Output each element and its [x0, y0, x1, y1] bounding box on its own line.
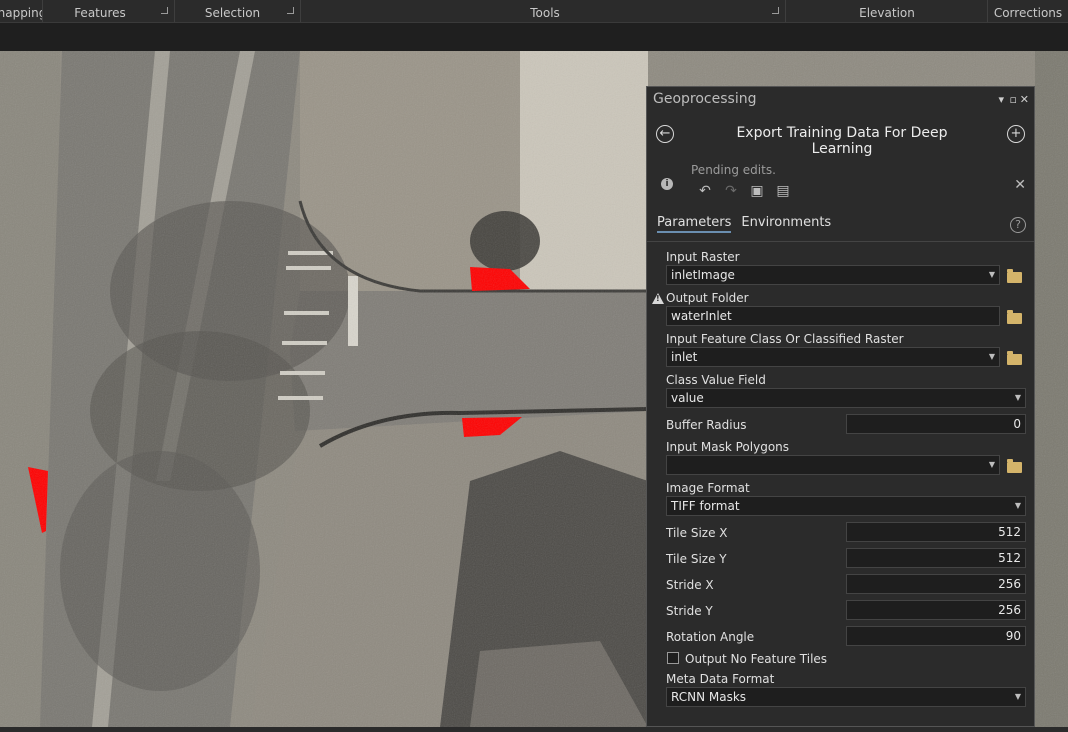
ribbon-group-snapping[interactable]: Snapping [0, 0, 43, 22]
back-icon[interactable]: ← [656, 125, 674, 143]
field-value: TIFF format [671, 499, 740, 513]
field-value: inletImage [671, 268, 735, 282]
param-label: Class Value Field [666, 373, 766, 387]
param-label: Input Mask Polygons [666, 440, 790, 454]
pane-title: Geoprocessing [653, 91, 757, 107]
ribbon-spacer [0, 22, 1068, 51]
ribbon-group-label: Selection [204, 6, 261, 20]
ribbon-group-selection[interactable]: Selection [175, 0, 301, 22]
input-raster-field[interactable]: inletImage ▼ [666, 265, 1000, 285]
geoprocessing-pane: Geoprocessing ▾ ▫ ✕ ← Export Training Da… [646, 86, 1035, 727]
browse-folder-icon[interactable] [1007, 269, 1022, 283]
stride-x-input[interactable]: 256 [846, 574, 1026, 594]
dialog-launcher-icon[interactable] [287, 7, 294, 14]
param-label: Tile Size X [666, 526, 728, 540]
redo-icon[interactable]: ↷ [723, 183, 739, 199]
browse-folder-icon[interactable] [1007, 351, 1022, 365]
tab-parameters[interactable]: Parameters [657, 215, 732, 233]
warning-icon [652, 293, 664, 304]
tool-title: Export Training Data For Deep Learning [736, 125, 948, 157]
field-value: inlet [671, 350, 698, 364]
browse-folder-icon[interactable] [1007, 459, 1022, 473]
tile-size-y-input[interactable]: 512 [846, 548, 1026, 568]
ribbon-group-tools[interactable]: Tools [305, 0, 786, 22]
param-label: Rotation Angle [666, 630, 755, 644]
chevron-down-icon[interactable]: ▼ [989, 456, 995, 474]
dismiss-pending-icon[interactable]: ✕ [1014, 177, 1026, 193]
pane-menu-icon[interactable]: ▾ [998, 93, 1004, 106]
tool-header: ← Export Training Data For Deep Learning… [647, 117, 1034, 157]
chevron-down-icon[interactable]: ▼ [989, 348, 995, 366]
buffer-radius-input[interactable]: 0 [846, 414, 1026, 434]
param-label: Stride X [666, 578, 714, 592]
stride-y-input[interactable]: 256 [846, 600, 1026, 620]
class-value-field-select[interactable]: value ▼ [666, 388, 1026, 408]
param-label: Buffer Radius [666, 418, 747, 432]
rotation-angle-input[interactable]: 90 [846, 626, 1026, 646]
discard-edits-icon[interactable]: ▤ [775, 183, 791, 199]
tab-environments[interactable]: Environments [741, 215, 831, 233]
ribbon-group-label: Features [74, 6, 126, 20]
ribbon-group-elevation[interactable]: Elevation [787, 0, 988, 22]
undo-icon[interactable]: ↶ [697, 183, 713, 199]
param-label: Input Raster [666, 250, 740, 264]
pane-close-icon[interactable]: ✕ [1020, 93, 1029, 106]
param-label: Stride Y [666, 604, 713, 618]
chevron-down-icon[interactable]: ▼ [1015, 389, 1021, 407]
dialog-launcher-icon[interactable] [161, 7, 168, 14]
field-value: RCNN Masks [671, 690, 747, 704]
field-value: waterInlet [671, 309, 732, 323]
add-icon[interactable]: + [1007, 125, 1025, 143]
pending-edits-text: Pending edits. [691, 163, 776, 177]
input-feature-class-field[interactable]: inlet ▼ [666, 347, 1000, 367]
field-value: value [671, 391, 704, 405]
browse-folder-icon[interactable] [1007, 310, 1022, 324]
edit-toolbar: ↶ ↷ ▣ ▤ [697, 183, 791, 199]
ribbon-group-label: Elevation [859, 6, 915, 20]
dialog-launcher-icon[interactable] [772, 7, 779, 14]
param-label: Meta Data Format [666, 672, 775, 686]
tab-bar: Parameters Environments [657, 215, 831, 233]
ribbon-group-corrections[interactable]: Corrections [988, 0, 1068, 22]
chevron-down-icon[interactable]: ▼ [1015, 688, 1021, 706]
ribbon-group-label: Corrections [993, 6, 1063, 20]
image-format-select[interactable]: TIFF format ▼ [666, 496, 1026, 516]
save-edits-icon[interactable]: ▣ [749, 183, 765, 199]
input-mask-polygons-field[interactable]: ▼ [666, 455, 1000, 475]
param-label: Input Feature Class Or Classified Raster [666, 332, 904, 346]
param-label: Tile Size Y [666, 552, 727, 566]
chevron-down-icon[interactable]: ▼ [1015, 497, 1021, 515]
meta-data-format-select[interactable]: RCNN Masks ▼ [666, 687, 1026, 707]
ribbon-group-features[interactable]: Features [50, 0, 175, 22]
output-no-feature-tiles-checkbox[interactable] [667, 652, 679, 664]
info-icon: i [661, 178, 673, 190]
ribbon: Snapping Features Selection Tools Elevat… [0, 0, 1068, 22]
tile-size-x-input[interactable]: 512 [846, 522, 1026, 542]
param-label: Image Format [666, 481, 750, 495]
pane-maximize-icon[interactable]: ▫ [1010, 93, 1017, 106]
parameters-list: Input Raster inletImage ▼ Output Folder … [647, 241, 1034, 732]
param-label: Output Folder [666, 291, 749, 305]
checkbox-label: Output No Feature Tiles [685, 652, 828, 666]
ribbon-group-label: Tools [530, 6, 560, 20]
ribbon-group-label: Snapping [0, 6, 42, 20]
chevron-down-icon[interactable]: ▼ [989, 266, 995, 284]
output-folder-field[interactable]: waterInlet [666, 306, 1000, 326]
help-icon[interactable]: ? [1010, 217, 1026, 233]
